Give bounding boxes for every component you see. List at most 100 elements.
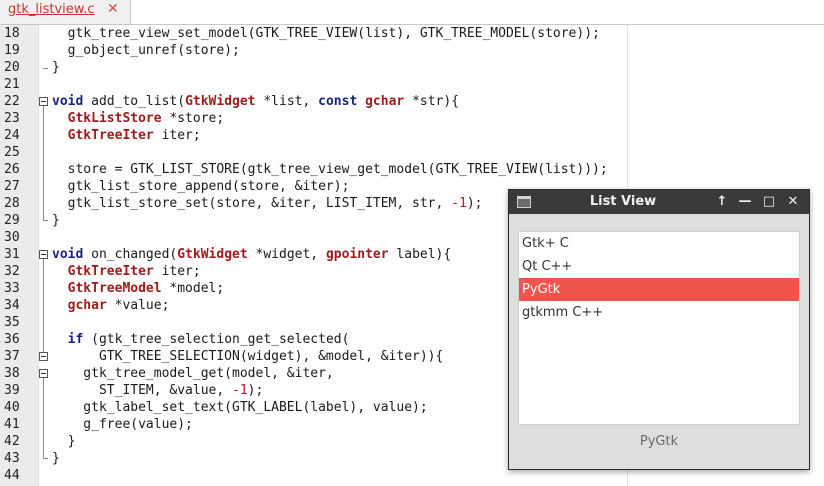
fold-end-marker	[43, 458, 48, 459]
code-token: GTK_TREE_SELECTION(widget), &model, &ite…	[52, 349, 444, 364]
code-line[interactable]: void add_to_list(GtkWidget *list, const …	[52, 93, 459, 110]
code-token: GtkWidget	[185, 94, 256, 109]
code-line[interactable]: gtk_list_store_set(store, &iter, LIST_IT…	[52, 195, 483, 212]
code-line[interactable]: store = GTK_LIST_STORE(gtk_tree_view_get…	[52, 161, 608, 178]
code-token: }	[52, 451, 60, 466]
list-item[interactable]: gtkmm C++	[519, 301, 799, 324]
code-line[interactable]: GtkTreeIter iter;	[52, 263, 201, 280]
code-line[interactable]: gtk_tree_view_set_model(GTK_TREE_VIEW(li…	[52, 25, 600, 42]
file-tab[interactable]: gtk_listview.c ✕	[0, 0, 131, 24]
code-token: -1	[451, 196, 467, 211]
code-line[interactable]: GtkTreeModel *model;	[52, 280, 225, 297]
file-tab-label[interactable]: gtk_listview.c	[8, 2, 95, 17]
line-number: 24	[4, 128, 20, 143]
line-number: 43	[4, 451, 20, 466]
code-line[interactable]: }	[52, 59, 60, 76]
tab-bar: gtk_listview.c ✕	[0, 0, 824, 25]
code-line[interactable]: }	[52, 450, 60, 467]
list-item-label: Qt C++	[522, 259, 573, 274]
code-line[interactable]: GTK_TREE_SELECTION(widget), &model, &ite…	[52, 348, 443, 365]
code-token: GtkWidget	[177, 247, 248, 262]
line-number: 41	[4, 417, 20, 432]
code-token: gpointer	[325, 247, 389, 262]
code-token: GtkTreeIter	[67, 128, 154, 143]
code-line[interactable]: gtk_list_store_append(store, &iter);	[52, 178, 350, 195]
code-token: void	[52, 247, 84, 262]
fold-toggle-icon[interactable]	[39, 352, 48, 361]
code-token: iter;	[153, 264, 201, 279]
window-titlebar[interactable]: List View ↑ — □ ✕	[509, 190, 809, 214]
fold-toggle-icon[interactable]	[39, 369, 48, 378]
window-title: List View	[589, 194, 657, 209]
code-line[interactable]: gtk_label_set_text(GTK_LABEL(label), val…	[52, 399, 428, 416]
line-number: 38	[4, 366, 20, 381]
fold-guide	[43, 106, 44, 220]
code-token: }	[52, 60, 60, 75]
tree-view-list[interactable]: Gtk+ C Qt C++ PyGtk gtkmm C++	[518, 231, 800, 425]
code-token: gtk_list_store_set(store, &iter, LIST_IT…	[52, 196, 452, 211]
code-token: add_to_list(	[83, 94, 186, 109]
code-line[interactable]: ST_ITEM, &value, -1);	[52, 382, 263, 399]
line-number: 33	[4, 281, 20, 296]
fold-guide	[43, 378, 44, 458]
code-line[interactable]: GtkTreeIter iter;	[52, 127, 201, 144]
code-token: store = GTK_LIST_STORE(gtk_tree_view_get…	[52, 162, 608, 177]
code-token: gtk_list_store_append(store, &iter);	[52, 179, 350, 194]
list-item[interactable]: Gtk+ C	[519, 232, 799, 255]
fold-guide	[43, 259, 44, 355]
line-number: 31	[4, 247, 20, 262]
code-token: g_free(value);	[52, 417, 193, 432]
minimize-button[interactable]: —	[735, 192, 755, 212]
code-token: gtk_tree_model_get(model, &iter,	[52, 366, 334, 381]
code-line[interactable]: }	[52, 433, 76, 450]
line-number: 27	[4, 179, 20, 194]
code-token: ST_ITEM, &value,	[52, 383, 233, 398]
line-number: 23	[4, 111, 20, 126]
close-button[interactable]: ✕	[783, 192, 803, 212]
line-number: 36	[4, 332, 20, 347]
keep-above-button[interactable]: ↑	[712, 192, 732, 212]
line-number: 37	[4, 349, 20, 364]
code-token: gchar	[67, 298, 107, 313]
code-line[interactable]: g_free(value);	[52, 416, 193, 433]
list-item[interactable]: Qt C++	[519, 255, 799, 278]
list-item-label: gtkmm C++	[522, 305, 604, 320]
code-line[interactable]: if (gtk_tree_selection_get_selected(	[52, 331, 350, 348]
code-token: GtkTreeIter	[67, 264, 154, 279]
code-line[interactable]: gchar *value;	[52, 297, 170, 314]
line-number: 40	[4, 400, 20, 415]
code-token: *store;	[161, 111, 225, 126]
code-line[interactable]: GtkListStore *store;	[52, 110, 225, 127]
code-line[interactable]: gtk_tree_model_get(model, &iter,	[52, 365, 334, 382]
code-token: label){	[388, 247, 452, 262]
code-line[interactable]: }	[52, 212, 60, 229]
line-number: 39	[4, 383, 20, 398]
close-tab-icon[interactable]: ✕	[107, 1, 119, 17]
fold-toggle-icon[interactable]	[39, 250, 48, 259]
fold-toggle-icon[interactable]	[39, 97, 48, 106]
line-number: 25	[4, 145, 20, 160]
code-token: -1	[232, 383, 248, 398]
code-token: on_changed(	[83, 247, 178, 262]
list-item-label: PyGtk	[522, 282, 561, 297]
code-token: gtk_tree_view_set_model(GTK_TREE_VIEW(li…	[52, 26, 600, 41]
code-token: *model;	[161, 281, 225, 296]
code-token: *list,	[255, 94, 319, 109]
code-token: gtk_label_set_text(GTK_LABEL(label), val…	[52, 400, 428, 415]
code-token: *widget,	[247, 247, 326, 262]
code-token: *str){	[404, 94, 460, 109]
code-token: }	[52, 434, 76, 449]
code-token: GtkTreeModel	[67, 281, 162, 296]
fold-end-marker	[43, 68, 48, 69]
code-line[interactable]: void on_changed(GtkWidget *widget, gpoin…	[52, 246, 451, 263]
maximize-button[interactable]: □	[759, 192, 779, 212]
list-item-selected[interactable]: PyGtk	[519, 278, 799, 301]
code-line[interactable]: g_object_unref(store);	[52, 42, 240, 59]
line-number: 22	[4, 94, 20, 109]
